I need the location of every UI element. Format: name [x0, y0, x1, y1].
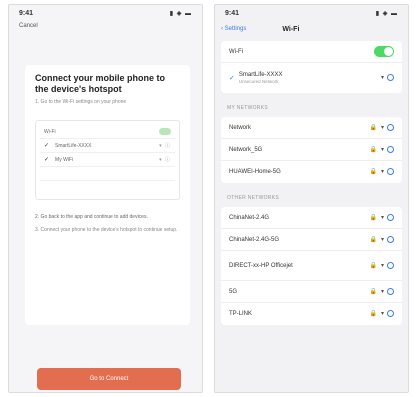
info-icon[interactable]: [387, 261, 394, 269]
network-row[interactable]: ChinaNet-2.4G-5G 🔒 ▾: [221, 229, 402, 251]
network-row[interactable]: Network_5G 🔒 ▾: [221, 139, 402, 161]
info-icon[interactable]: [387, 74, 394, 82]
cancel-button[interactable]: Cancel: [9, 21, 202, 37]
nav-bar: ‹ Settings Wi-Fi: [215, 21, 408, 37]
illustration-network-row: ✓ My WiFi ▾ ⓘ: [40, 153, 175, 167]
toggle-icon: [159, 128, 171, 135]
section-header-my-networks: MY NETWORKS: [227, 105, 268, 111]
status-time: 9:41: [19, 9, 34, 17]
step-two-text: 2. Go back to the app and continue to ad…: [35, 214, 148, 220]
page-title: Connect your mobile phone to the device'…: [35, 73, 165, 94]
network-name: DIRECT-xx-HP Officejet: [229, 262, 293, 269]
lock-wifi-icon: 🔒 ▾: [370, 235, 394, 243]
wifi-settings-screen: 9:41 ▮ ◈ ▬ ‹ Settings Wi-Fi Wi-Fi ✓ Smar…: [214, 4, 409, 393]
lock-wifi-icon: 🔒 ▾: [370, 287, 394, 295]
status-bar: 9:41 ▮ ◈ ▬: [215, 5, 408, 21]
lock-wifi-icon: 🔒 ▾: [370, 261, 394, 269]
wifi-toggle-row: Wi-Fi: [221, 41, 402, 63]
network-name: Network: [229, 124, 252, 131]
network-name: TP-LINK: [229, 311, 253, 317]
connected-network-row[interactable]: ✓ SmartLife-XXXX Unsecured Network ▾: [221, 63, 402, 93]
status-time: 9:41: [225, 9, 240, 17]
illustration-label: SmartLife-XXXX: [55, 142, 92, 149]
wifi-toggle-group: Wi-Fi ✓ SmartLife-XXXX Unsecured Network…: [221, 41, 402, 93]
my-networks-group: Network 🔒 ▾ Network_5G 🔒 ▾ HUAWEI-Home-5…: [221, 117, 402, 183]
illustration-wifi-row: Wi-Fi: [40, 125, 175, 139]
network-name: 5G: [229, 288, 238, 295]
wifi-info-icon: ▾ ⓘ: [159, 157, 171, 163]
illustration-network-row: ✓ SmartLife-XXXX ▾ ⓘ: [40, 139, 175, 153]
wifi-illustration: Wi-Fi ✓ SmartLife-XXXX ▾ ⓘ ✓ My WiFi ▾ ⓘ: [35, 120, 180, 200]
step-one-text: 1. Go to the Wi-Fi settings on your phon…: [35, 99, 127, 105]
status-bar: 9:41 ▮ ◈ ▬: [9, 5, 202, 21]
wifi-info-icon: ▾ ⓘ: [159, 143, 171, 149]
section-header-other-networks: OTHER NETWORKS: [227, 195, 279, 201]
network-row[interactable]: TP-LINK 🔒 ▾: [221, 303, 402, 325]
info-icon[interactable]: [387, 287, 394, 295]
info-icon[interactable]: [387, 145, 394, 153]
other-networks-group: ChinaNet-2.4G 🔒 ▾ ChinaNet-2.4G-5G 🔒 ▾ D…: [221, 207, 402, 325]
illustration-network-row: [40, 167, 175, 181]
check-icon: ✓: [44, 143, 50, 149]
page-title: Wi-Fi: [282, 25, 300, 33]
network-name: SmartLife-XXXX: [238, 72, 283, 78]
instruction-card: Connect your mobile phone to the device'…: [25, 65, 190, 325]
wifi-toggle[interactable]: [374, 46, 394, 57]
illustration-label: Wi-Fi: [44, 128, 56, 135]
network-name: ChinaNet-2.4G-5G: [229, 236, 280, 243]
go-to-connect-button[interactable]: Go to Connect: [37, 368, 181, 390]
info-icon[interactable]: [387, 213, 394, 221]
status-icons: ▮ ◈ ▬: [375, 10, 398, 17]
network-name: Network_5G: [229, 146, 263, 153]
info-icon[interactable]: [387, 168, 394, 176]
hotspot-guide-screen: 9:41 ▮ ◈ ▬ Cancel Connect your mobile ph…: [8, 4, 203, 393]
lock-wifi-icon: 🔒 ▾: [370, 310, 394, 318]
network-name: ChinaNet-2.4G: [229, 214, 270, 221]
lock-wifi-icon: 🔒 ▾: [370, 123, 394, 131]
check-icon: ✓: [229, 75, 235, 82]
lock-wifi-icon: 🔒 ▾: [370, 168, 394, 176]
network-row[interactable]: ChinaNet-2.4G 🔒 ▾: [221, 207, 402, 229]
network-row[interactable]: HUAWEI-Home-5G 🔒 ▾: [221, 161, 402, 183]
illustration-label: My WiFi: [55, 156, 74, 163]
status-icons: ▮ ◈ ▬: [169, 10, 192, 17]
info-icon[interactable]: [387, 123, 394, 131]
check-icon: ✓: [44, 157, 50, 163]
network-name: HUAWEI-Home-5G: [229, 169, 281, 175]
network-row[interactable]: DIRECT-xx-HP Officejet 🔒 ▾: [221, 251, 402, 281]
network-row[interactable]: Network 🔒 ▾: [221, 117, 402, 139]
wifi-label: Wi-Fi: [229, 48, 243, 55]
step-three-text: 3. Connect your phone to the device's ho…: [35, 227, 178, 233]
network-row[interactable]: 5G 🔒 ▾: [221, 281, 402, 303]
wifi-icon: ▾: [381, 74, 394, 82]
info-icon[interactable]: [387, 235, 394, 243]
back-button[interactable]: ‹ Settings: [221, 26, 246, 32]
network-subtitle: Unsecured Network: [238, 79, 279, 84]
illustration-network-row: [40, 181, 175, 195]
info-icon[interactable]: [387, 310, 394, 318]
lock-wifi-icon: 🔒 ▾: [370, 213, 394, 221]
lock-wifi-icon: 🔒 ▾: [370, 145, 394, 153]
